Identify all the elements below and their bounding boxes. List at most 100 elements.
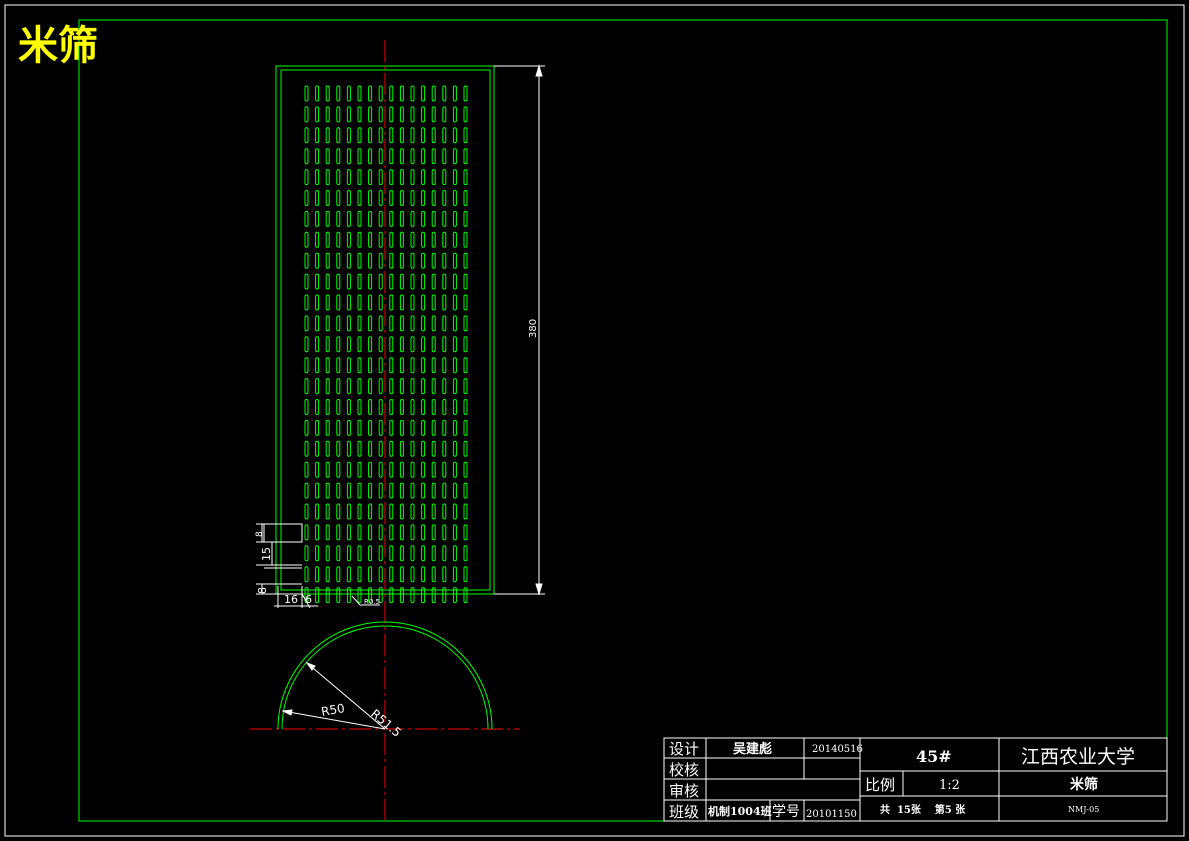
screen-slot [399, 231, 404, 248]
screen-slot [304, 545, 309, 562]
screen-slot [336, 419, 341, 436]
screen-slot [431, 315, 436, 332]
screen-slot [410, 85, 415, 102]
screen-slot [336, 252, 341, 269]
screen-slot [421, 566, 426, 583]
screen-slot [452, 148, 457, 165]
screen-slot [431, 482, 436, 499]
screen-slot [325, 399, 330, 415]
screen-slot [368, 503, 373, 520]
screen-slot [357, 336, 362, 353]
screen-slot [410, 524, 415, 541]
screen-slot [325, 503, 330, 520]
screen-slot [399, 524, 404, 541]
outer-radius-label: R51.5 [368, 707, 404, 740]
screen-slot [304, 461, 309, 478]
screen-slot [421, 378, 426, 395]
screen-slot [357, 461, 362, 478]
screen-slot [463, 399, 468, 415]
screen-slot [389, 566, 394, 583]
screen-slot [452, 545, 457, 562]
screen-slot [463, 440, 468, 457]
screen-slot [410, 127, 415, 144]
screen-slot [378, 315, 383, 332]
screen-slot [452, 419, 457, 436]
screen-slot [421, 440, 426, 457]
screen-slot [431, 294, 436, 311]
screen-slot [357, 440, 362, 457]
screen-slot [399, 210, 404, 227]
screen-slot [304, 190, 309, 206]
screen-slot [325, 315, 330, 332]
screen-slot [452, 127, 457, 144]
screen-slot [336, 85, 341, 102]
screen-slot [304, 106, 309, 123]
screen-slot [368, 315, 373, 332]
screen-slot [325, 273, 330, 290]
screen-slot [442, 399, 447, 415]
screen-slot [452, 252, 457, 269]
screen-slot [378, 106, 383, 123]
screen-slot [378, 482, 383, 499]
screen-slot [357, 231, 362, 248]
screen-slot [463, 127, 468, 144]
label-design: 设计 [669, 740, 699, 758]
screen-slot [399, 315, 404, 332]
screen-slot [336, 169, 341, 186]
material: 45# [916, 747, 952, 766]
screen-slot [304, 399, 309, 415]
screen-slot [442, 524, 447, 541]
screen-slot [431, 252, 436, 269]
screen-slot [315, 378, 320, 395]
screen-slot [336, 294, 341, 311]
screen-slot [452, 85, 457, 102]
screen-slot [442, 545, 447, 562]
screen-slot [368, 169, 373, 186]
screen-slot [431, 210, 436, 227]
slot-length-label: 8 [255, 531, 265, 537]
screen-slot [325, 169, 330, 186]
school-name: 江西农业大学 [1021, 746, 1135, 768]
screen-slot [346, 231, 351, 248]
screen-slot [463, 482, 468, 499]
screen-slot [325, 545, 330, 562]
screen-slot [431, 273, 436, 290]
screen-slot [389, 440, 394, 457]
screen-slot [304, 294, 309, 311]
screen-slot [452, 357, 457, 374]
screen-slot [442, 106, 447, 123]
screen-slot [325, 252, 330, 269]
screen-slot [431, 148, 436, 165]
screen-slot [410, 169, 415, 186]
screen-slot [325, 524, 330, 541]
screen-slot [442, 169, 447, 186]
screen-slot [421, 336, 426, 353]
screen-slot [431, 85, 436, 102]
screen-slot [315, 440, 320, 457]
screen-slot [399, 273, 404, 290]
screen-slot [315, 419, 320, 436]
screen-slot [368, 524, 373, 541]
screen-slot [399, 169, 404, 186]
screen-slot [421, 190, 426, 206]
label-check: 校核 [669, 761, 699, 779]
screen-slot [452, 378, 457, 395]
screen-slot [357, 85, 362, 102]
screen-slot [368, 106, 373, 123]
screen-slot [389, 336, 394, 353]
screen-slot [315, 210, 320, 227]
screen-slot [315, 357, 320, 374]
screen-slot [421, 399, 426, 415]
inner-radius-label: R50 [320, 701, 346, 719]
screen-slot [368, 399, 373, 415]
screen-slot [463, 106, 468, 123]
screen-slot [410, 294, 415, 311]
screen-slots [304, 85, 468, 604]
screen-slot [431, 169, 436, 186]
screen-slot [421, 503, 426, 520]
screen-slot [304, 315, 309, 332]
screen-slot [378, 378, 383, 395]
screen-slot [442, 461, 447, 478]
screen-slot [325, 336, 330, 353]
screen-slot [389, 482, 394, 499]
